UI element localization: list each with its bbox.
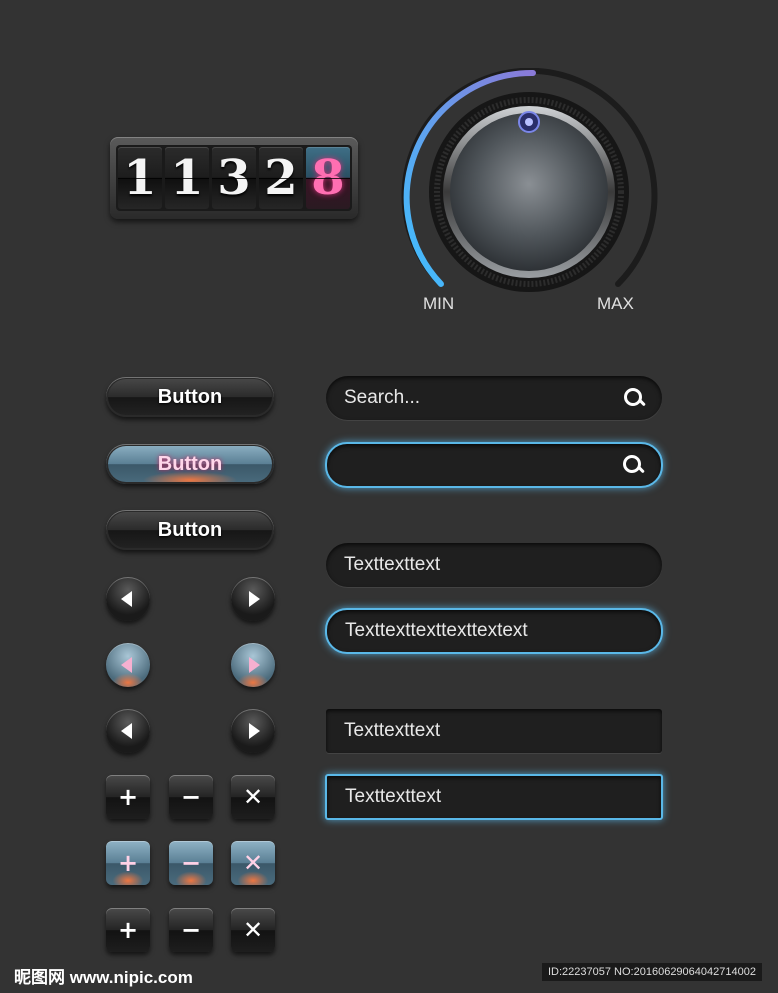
button-normal[interactable]: Button <box>106 377 274 417</box>
search-input[interactable]: Search... <box>326 376 662 420</box>
arrow-left-icon <box>121 657 132 673</box>
counter-digits: 1 1 3 2 8 <box>116 145 352 211</box>
prev-button-pressed[interactable] <box>106 709 150 753</box>
close-button-pressed[interactable]: ✕ <box>231 908 275 952</box>
plus-button[interactable]: + <box>106 775 150 819</box>
text-field-value: Texttexttext <box>345 786 442 807</box>
button-pressed[interactable]: Button <box>106 510 274 550</box>
search-icon[interactable] <box>623 455 645 475</box>
prev-button-hover[interactable] <box>106 643 150 687</box>
volume-knob[interactable] <box>398 68 660 300</box>
text-field-rect[interactable]: Texttexttext <box>326 709 662 753</box>
button-hover[interactable]: Button <box>106 444 274 484</box>
next-button-hover[interactable] <box>231 643 275 687</box>
text-field-value: Texttexttext <box>344 554 441 575</box>
text-field-rounded[interactable]: Texttexttext <box>326 543 662 587</box>
text-field-rect-focused[interactable]: Texttexttext <box>325 774 663 820</box>
prev-button[interactable] <box>106 577 150 621</box>
counter-digit: 1 <box>118 147 162 209</box>
search-placeholder: Search... <box>344 387 421 408</box>
plus-button-hover[interactable]: + <box>106 841 150 885</box>
knob-max-label: MAX <box>597 294 634 313</box>
counter-digit-active: 8 <box>306 147 350 209</box>
search-icon[interactable] <box>624 388 646 408</box>
arrow-right-icon <box>249 657 260 673</box>
odometer-counter: 1 1 3 2 8 <box>110 137 358 219</box>
knob-body[interactable] <box>450 113 608 271</box>
minus-button[interactable]: − <box>169 775 213 819</box>
watermark-logo: 昵图网 www.nipic.com <box>14 968 193 987</box>
arrow-left-icon <box>121 723 132 739</box>
counter-digit: 1 <box>165 147 209 209</box>
counter-digit: 3 <box>212 147 256 209</box>
minus-button-pressed[interactable]: − <box>169 908 213 952</box>
close-button[interactable]: ✕ <box>231 775 275 819</box>
next-button-pressed[interactable] <box>231 709 275 753</box>
arrow-right-icon <box>249 723 260 739</box>
text-field-rounded-focused[interactable]: Texttexttexttexttextext <box>325 608 663 654</box>
knob-min-label: MIN <box>423 294 455 313</box>
search-input-focused[interactable] <box>325 442 663 488</box>
next-button[interactable] <box>231 577 275 621</box>
watermark-id: ID:22237057 NO:20160629064042714002 <box>542 963 762 981</box>
arrow-right-icon <box>249 591 260 607</box>
text-field-value: Texttexttext <box>344 720 441 741</box>
minus-button-hover[interactable]: − <box>169 841 213 885</box>
text-field-value: Texttexttexttexttextext <box>345 620 528 641</box>
close-button-hover[interactable]: ✕ <box>231 841 275 885</box>
counter-digit: 2 <box>259 147 303 209</box>
plus-button-pressed[interactable]: + <box>106 908 150 952</box>
arrow-left-icon <box>121 591 132 607</box>
